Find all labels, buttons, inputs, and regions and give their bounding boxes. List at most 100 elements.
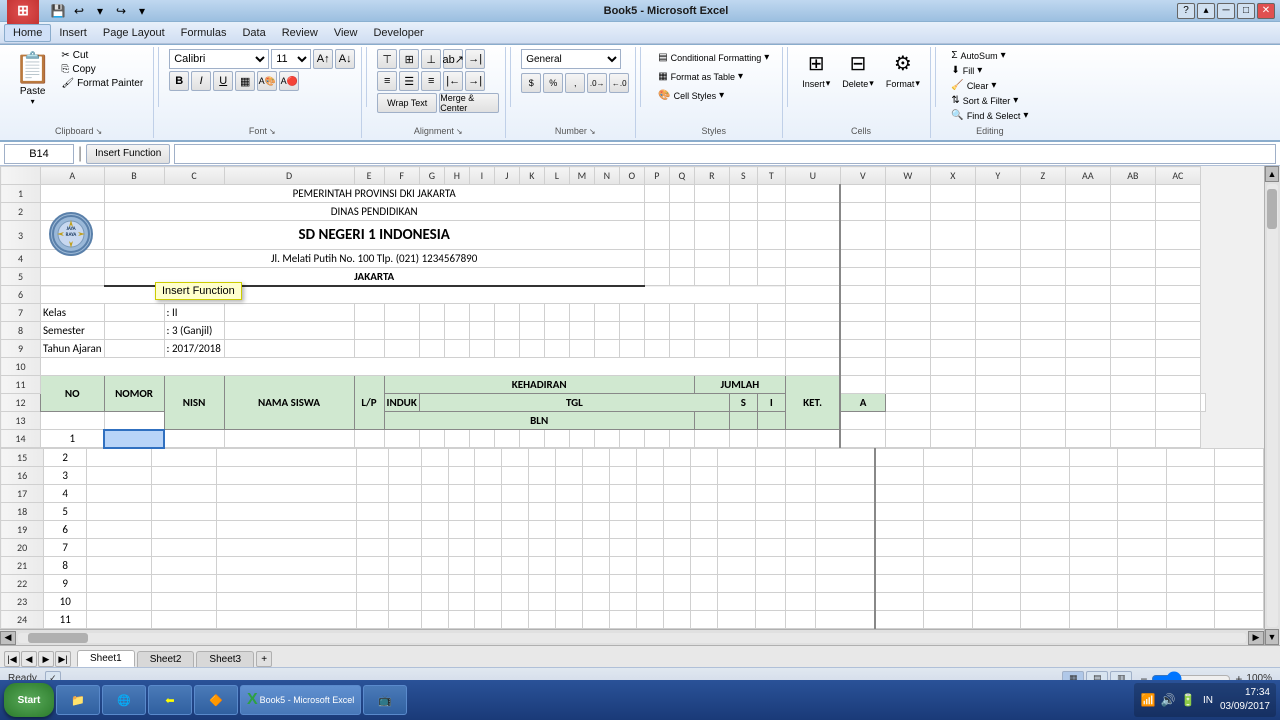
save-button[interactable]: 💾 [49,2,67,20]
cell-R23[interactable] [718,593,756,611]
cell-R18[interactable] [718,503,756,521]
cell-J18[interactable] [502,503,529,521]
cell-T4[interactable] [757,250,785,268]
cell-V24[interactable] [875,611,924,629]
cell-AC9[interactable] [1155,340,1200,358]
cell-D24[interactable] [216,611,356,629]
cell-A11[interactable]: NO [41,376,105,412]
cell-Q24[interactable] [691,611,718,629]
cell-H23[interactable] [448,593,475,611]
cell-B12[interactable]: INDUK [384,394,419,412]
find-select-dropdown[interactable]: ▾ [1023,110,1028,121]
cell-H7[interactable] [444,304,469,322]
cell-P22[interactable] [664,575,691,593]
cell-AB2[interactable] [1110,203,1155,221]
cell-K8[interactable] [519,322,544,340]
cell-AB24[interactable] [1166,611,1215,629]
cell-Z20[interactable] [1069,539,1118,557]
cell-AB22[interactable] [1166,575,1215,593]
cell-X4[interactable] [930,250,975,268]
col-header-O[interactable]: O [619,167,644,185]
cell-R24[interactable] [718,611,756,629]
cell-I16[interactable] [475,467,502,485]
cell-AC2[interactable] [1155,203,1200,221]
cell-reference-box[interactable] [4,144,74,164]
col-header-AC[interactable]: AC [1155,167,1200,185]
cell-B13[interactable] [104,412,164,430]
cell-S17[interactable] [755,485,785,503]
taskbar-item-media[interactable]: 📺 [363,685,407,715]
cell-V3[interactable] [840,221,885,250]
indent-btn[interactable]: →| [465,71,485,91]
cell-V15[interactable] [875,449,924,467]
cell-F20[interactable] [389,539,421,557]
cell-M7[interactable] [569,304,594,322]
cell-Z16[interactable] [1069,467,1118,485]
cell-W4[interactable] [885,250,930,268]
cell-K22[interactable] [529,575,556,593]
cell-AA24[interactable] [1118,611,1167,629]
cell-P15[interactable] [664,449,691,467]
cell-B24[interactable] [87,611,152,629]
cell-P1[interactable] [644,185,669,203]
cell-F23[interactable] [389,593,421,611]
cell-Q16[interactable] [691,467,718,485]
cell-N7[interactable] [594,304,619,322]
sheet-prev-button[interactable]: ◀ [21,651,37,667]
conditional-formatting-dropdown[interactable]: ▾ [764,52,769,63]
clear-dropdown[interactable]: ▾ [991,80,996,91]
grid-scroll-area[interactable]: A B C D E F G H I J K L M [0,166,1264,629]
border-button[interactable]: ▦ [235,71,255,91]
cell-T16[interactable] [785,467,815,485]
cell-X2[interactable] [930,203,975,221]
col-header-A[interactable]: A [41,167,105,185]
cell-C9[interactable]: : 2017/2018 [164,340,224,358]
cell-T21[interactable] [785,557,815,575]
cell-AA21[interactable] [1118,557,1167,575]
cell-R20[interactable] [718,539,756,557]
cell-R13[interactable] [694,412,729,430]
cell-G15[interactable] [421,449,448,467]
cell-R7[interactable] [694,304,729,322]
cell-Z11[interactable] [1020,376,1065,394]
cell-O7[interactable] [619,304,644,322]
cell-AB9[interactable] [1110,340,1155,358]
cell-O9[interactable] [619,340,644,358]
cell-S2[interactable] [729,203,757,221]
cell-D23[interactable] [216,593,356,611]
cell-C20[interactable] [151,539,216,557]
cell-T19[interactable] [785,521,815,539]
cell-Z14[interactable] [1020,430,1065,448]
cell-O17[interactable] [637,485,664,503]
cell-Z22[interactable] [1069,575,1118,593]
cell-B22[interactable] [87,575,152,593]
cell-R16[interactable] [718,467,756,485]
cell-J15[interactable] [502,449,529,467]
office-button[interactable]: ⊞ [7,0,39,27]
cell-B3[interactable]: SD NEGERI 1 INDONESIA [104,221,644,250]
cell-V18[interactable] [875,503,924,521]
cell-C23[interactable] [151,593,216,611]
cell-AA9[interactable] [1065,340,1110,358]
tray-icon-lang[interactable]: IN [1200,692,1216,708]
cell-D20[interactable] [216,539,356,557]
cell-I21[interactable] [475,557,502,575]
cell-V10[interactable] [840,358,885,376]
cell-D8[interactable] [224,322,354,340]
cell-O15[interactable] [637,449,664,467]
scroll-down-button[interactable]: ▼ [1265,629,1279,645]
cell-O22[interactable] [637,575,664,593]
cell-R19[interactable] [718,521,756,539]
align-right-button[interactable]: ≡ [421,71,441,91]
cell-Z2[interactable] [1020,203,1065,221]
cell-D19[interactable] [216,521,356,539]
font-expand-icon[interactable]: ↘ [269,127,276,136]
cell-I18[interactable] [475,503,502,521]
horizontal-scrollbar-track[interactable] [18,633,1246,643]
insert-function-button[interactable]: Insert Function [86,144,170,164]
cell-H8[interactable] [444,322,469,340]
sort-filter-button[interactable]: ⇅ Sort & Filter ▾ [947,94,1032,107]
sheet-next-button[interactable]: ▶ [38,651,54,667]
taskbar-item-explorer[interactable]: 📁 [56,685,100,715]
align-top-button[interactable]: ⊤ [377,49,397,69]
